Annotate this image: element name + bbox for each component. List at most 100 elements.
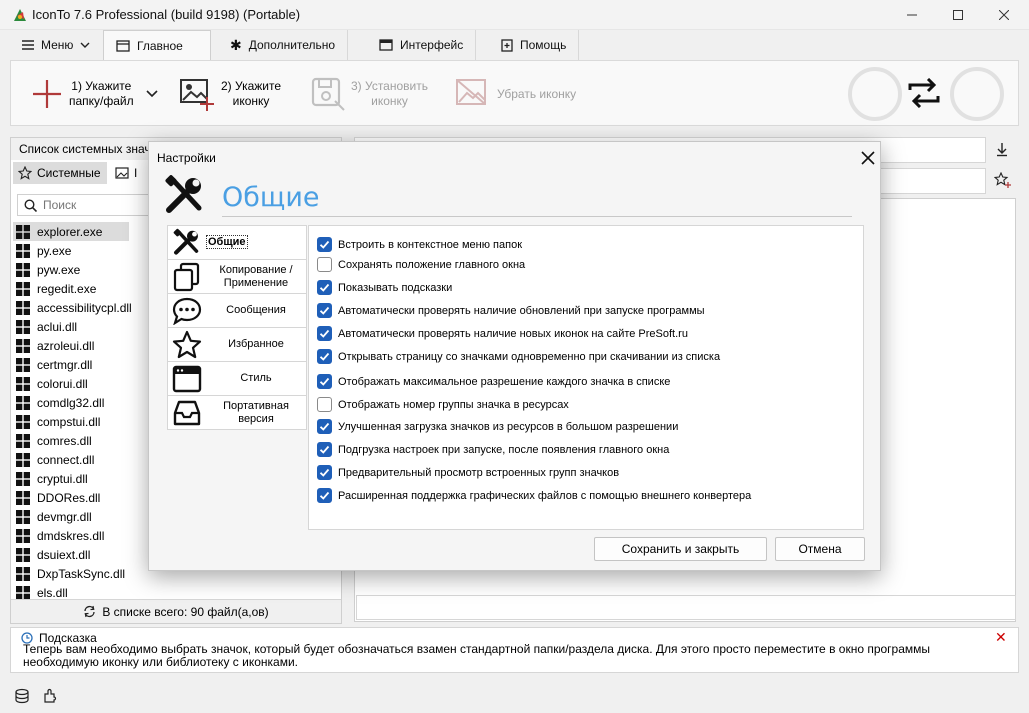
home-icon: [116, 40, 130, 52]
copy-icon: [168, 260, 206, 293]
option-row[interactable]: Открывать страницу со значками одновреме…: [317, 349, 720, 364]
option-checkbox[interactable]: [317, 326, 332, 341]
select-icon-button[interactable]: 2) Укажите иконку: [179, 67, 281, 121]
select-folder-button[interactable]: 1) Укажите папку/файл: [31, 67, 158, 121]
option-label: Отображать максимальное разрешение каждо…: [338, 375, 671, 388]
option-checkbox[interactable]: [317, 237, 332, 252]
file-name: accessibilitycpl.dll: [37, 300, 132, 315]
option-checkbox[interactable]: [317, 280, 332, 295]
option-checkbox[interactable]: [317, 442, 332, 457]
option-checkbox[interactable]: [317, 374, 332, 389]
maximize-button[interactable]: [935, 0, 981, 30]
option-row[interactable]: Улучшенная загрузка значков из ресурсов …: [317, 419, 678, 434]
windows-logo-icon: [16, 566, 30, 581]
option-label: Автоматически проверять наличие обновлен…: [338, 304, 705, 317]
option-checkbox[interactable]: [317, 488, 332, 503]
menu-tab-strip: Меню Главное ✱ Дополнительно Интерфейс П…: [0, 30, 1029, 61]
windows-logo-icon: [16, 528, 30, 543]
tab-main[interactable]: Главное: [103, 30, 211, 61]
nav-item-5[interactable]: Портативная версия: [167, 395, 307, 430]
option-checkbox[interactable]: [317, 303, 332, 318]
window-style-icon: [168, 362, 206, 395]
plus-icon: [31, 78, 63, 110]
tab-menu[interactable]: Меню: [10, 30, 102, 60]
select-icon-label: 2) Укажите иконку: [221, 79, 282, 108]
file-name: els.dll: [37, 585, 68, 600]
minimize-button[interactable]: [889, 0, 935, 30]
save-and-close-button[interactable]: Сохранить и закрыть: [594, 537, 767, 561]
hint-text: Теперь вам необходимо выбрать значок, ко…: [23, 642, 931, 669]
hamburger-icon: [22, 40, 34, 50]
option-label: Отображать номер группы значка в ресурса…: [338, 398, 569, 411]
image-icon: [115, 167, 129, 179]
option-checkbox[interactable]: [317, 257, 332, 272]
sort-down-icon[interactable]: [994, 141, 1010, 157]
option-row[interactable]: Показывать подсказки: [317, 280, 452, 295]
option-row[interactable]: Сохранять положение главного окна: [317, 257, 525, 272]
star-icon: [168, 328, 206, 361]
swap-icon[interactable]: [906, 78, 942, 108]
option-label: Улучшенная загрузка значков из ресурсов …: [338, 420, 679, 433]
hint-bar: Подсказка Теперь вам необходимо выбрать …: [10, 627, 1019, 673]
option-label: Встроить в контекстное меню папок: [338, 238, 523, 251]
option-row[interactable]: Отображать номер группы значка в ресурса…: [317, 397, 569, 412]
ribbon-toolbar: 1) Укажите папку/файл 2) Укажите иконку …: [10, 60, 1019, 126]
option-checkbox[interactable]: [317, 349, 332, 364]
tab-additional[interactable]: ✱ Дополнительно: [218, 30, 349, 60]
option-checkbox[interactable]: [317, 397, 332, 412]
file-name: aclui.dll: [37, 319, 78, 334]
dialog-heading: Общие: [222, 182, 320, 213]
chat-icon: [168, 294, 206, 327]
minimize-icon: [907, 10, 917, 20]
windows-logo-icon: [16, 433, 30, 448]
option-row[interactable]: Предварительный просмотр встроенных груп…: [317, 465, 619, 480]
chevron-down-icon: [80, 42, 90, 48]
close-icon: [999, 10, 1009, 20]
file-list-item[interactable]: explorer.exe: [13, 222, 129, 241]
file-name: connect.dll: [37, 452, 95, 467]
windows-logo-icon: [16, 357, 30, 372]
maximize-icon: [953, 10, 963, 20]
option-row[interactable]: Встроить в контекстное меню папок: [317, 237, 522, 252]
nav-item-0[interactable]: Общие: [167, 225, 307, 260]
tab-system[interactable]: Системные: [13, 162, 107, 184]
tab-interface[interactable]: Интерфейс: [367, 30, 477, 60]
option-row[interactable]: Автоматически проверять наличие обновлен…: [317, 303, 705, 318]
option-row[interactable]: Автоматически проверять наличие новых ик…: [317, 326, 688, 341]
file-name: compstui.dll: [37, 414, 101, 429]
file-name: explorer.exe: [37, 224, 103, 239]
file-name: regedit.exe: [37, 281, 97, 296]
close-hint-icon[interactable]: ✕: [995, 629, 1007, 646]
cancel-button[interactable]: Отмена: [775, 537, 865, 561]
option-checkbox[interactable]: [317, 419, 332, 434]
option-row[interactable]: Отображать максимальное разрешение каждо…: [317, 374, 670, 389]
remove-icon-button[interactable]: Убрать иконку: [455, 67, 576, 121]
option-row[interactable]: Расширенная поддержка графических файлов…: [317, 488, 751, 503]
chevron-down-icon[interactable]: [146, 90, 158, 98]
dialog-close-button[interactable]: [857, 147, 879, 169]
option-row[interactable]: Подгрузка настроек при запуске, после по…: [317, 442, 669, 457]
tab-help[interactable]: Помощь: [489, 30, 580, 60]
close-window-button[interactable]: [981, 0, 1027, 30]
star-add-icon[interactable]: [994, 172, 1012, 188]
install-icon-button[interactable]: 3) Установить иконку: [311, 67, 428, 121]
database-icon[interactable]: [14, 688, 30, 704]
preview-before-ring: [848, 67, 902, 121]
file-name: comdlg32.dll: [37, 395, 105, 410]
windows-logo-icon: [16, 414, 30, 429]
windows-logo-icon: [16, 452, 30, 467]
search-icon: [24, 198, 37, 212]
plugin-icon[interactable]: [42, 688, 58, 704]
refresh-icon[interactable]: [83, 605, 96, 618]
nav-item-4[interactable]: Стиль: [167, 361, 307, 396]
file-name: certmgr.dll: [37, 357, 93, 372]
option-checkbox[interactable]: [317, 465, 332, 480]
nav-item-1[interactable]: Копирование / Применение: [167, 259, 307, 294]
heading-divider: [222, 216, 852, 217]
nav-item-3[interactable]: Избранное: [167, 327, 307, 362]
nav-item-2[interactable]: Сообщения: [167, 293, 307, 328]
file-name: DxpTaskSync.dll: [37, 566, 126, 581]
tab-images[interactable]: I: [115, 162, 145, 184]
search-input[interactable]: [43, 198, 163, 212]
nav-item-label-text: Общие: [206, 235, 248, 249]
